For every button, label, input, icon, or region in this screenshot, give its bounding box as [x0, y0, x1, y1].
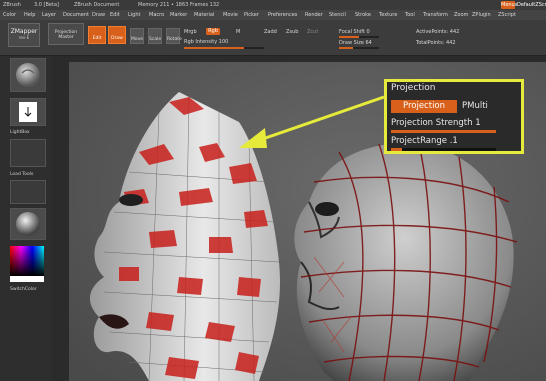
- sphere-brush-icon: [16, 63, 40, 87]
- menu-item[interactable]: Edit: [110, 10, 120, 20]
- total-points: TotalPoints: 442: [416, 40, 456, 46]
- menu-item[interactable]: Zoom: [454, 10, 468, 20]
- menu-item[interactable]: Picker: [244, 10, 259, 20]
- project-range-value: .1: [449, 136, 458, 146]
- draw-size-slider[interactable]: [339, 47, 379, 49]
- zmapper-sub: rev-E: [18, 35, 30, 40]
- mrgb-toggle[interactable]: Mrgb: [184, 29, 197, 35]
- rgb-intensity-label[interactable]: Rgb Intensity 100: [184, 39, 228, 45]
- projection-strength-slider[interactable]: Projection Strength 1: [391, 117, 481, 129]
- menu-item[interactable]: Stencil: [329, 10, 346, 20]
- projection-master-button[interactable]: Projection Master: [48, 23, 84, 45]
- menu-item[interactable]: Material: [194, 10, 214, 20]
- edit-button[interactable]: Edit: [88, 26, 106, 44]
- zmapper-button[interactable]: ZMapper rev-E: [8, 23, 40, 47]
- draw-button[interactable]: Draw: [108, 26, 126, 44]
- texture-tile[interactable]: [10, 180, 46, 204]
- menu-item[interactable]: Tool: [405, 10, 415, 20]
- color-picker[interactable]: [10, 246, 44, 282]
- default-zscript[interactable]: DefaultZScript: [517, 0, 546, 10]
- menu-item[interactable]: Texture: [379, 10, 397, 20]
- menu-item[interactable]: Preferences: [268, 10, 297, 20]
- projection-strength-track[interactable]: [391, 130, 496, 133]
- switchcolor-label[interactable]: SwitchColor: [10, 287, 37, 292]
- menu-item[interactable]: Marker: [170, 10, 187, 20]
- menu-bar: Color Help Layer Document Draw Edit Light Macro…: [0, 10, 546, 20]
- top-toolbar: ZMapper rev-E Projection Master Edit Dra…: [0, 20, 546, 56]
- title-bar: ZBrush 3.0 [Beta] ZBrush Document Memory…: [0, 0, 546, 10]
- app-version: 3.0 [Beta]: [34, 2, 59, 8]
- projection-panel: Projection Projection PMulti Projection …: [384, 79, 524, 154]
- rotate-button[interactable]: Rotate: [166, 28, 182, 44]
- rgb-intensity-slider[interactable]: [184, 47, 264, 49]
- projection-button[interactable]: Projection: [391, 100, 457, 113]
- edit-label: Edit: [92, 36, 102, 41]
- load-tools-label[interactable]: Load Tools: [10, 172, 33, 177]
- lightbox-label[interactable]: LightBox: [10, 130, 30, 135]
- menus-button[interactable]: Menus: [501, 1, 517, 9]
- dot-stroke-icon: [19, 102, 37, 122]
- draw-size-label[interactable]: Draw Size 64: [339, 40, 372, 46]
- menu-item[interactable]: ZPlugin: [472, 10, 491, 20]
- draw-label: Draw: [111, 36, 123, 41]
- move-button[interactable]: Move: [130, 28, 144, 44]
- projection-strength-label: Projection Strength: [391, 118, 473, 128]
- menu-item[interactable]: Draw: [92, 10, 105, 20]
- alpha-tile[interactable]: [10, 139, 46, 167]
- zmapper-label: ZMapper: [10, 28, 38, 35]
- menu-item[interactable]: Help: [24, 10, 35, 20]
- menu-item[interactable]: Light: [128, 10, 140, 20]
- pmulti-button[interactable]: PMulti: [462, 100, 488, 113]
- focal-shift-slider[interactable]: [339, 36, 379, 38]
- brush-tile[interactable]: [10, 58, 46, 92]
- project-range-track[interactable]: [391, 148, 496, 151]
- rgb-toggle[interactable]: Rgb: [206, 28, 220, 35]
- menu-item[interactable]: Render: [305, 10, 323, 20]
- stroke-tile[interactable]: [10, 98, 46, 126]
- m-toggle[interactable]: M: [236, 29, 240, 35]
- app-name: ZBrush: [3, 2, 21, 8]
- zsub-toggle[interactable]: Zsub: [286, 29, 298, 35]
- project-range-label: ProjectRange: [391, 136, 448, 146]
- menu-item[interactable]: Macro: [149, 10, 164, 20]
- memory-readout: Memory 211 • 1863 Frames 132: [138, 2, 220, 8]
- projection-panel-title: Projection: [391, 83, 436, 93]
- menu-item[interactable]: Color: [3, 10, 16, 20]
- material-sphere-icon: [16, 212, 40, 236]
- color-picker-gradient: [10, 246, 44, 282]
- zcut-toggle[interactable]: Zcut: [307, 29, 318, 35]
- menu-item[interactable]: Transform: [423, 10, 448, 20]
- focal-shift-label[interactable]: Focal Shift 0: [339, 29, 370, 35]
- menu-item[interactable]: Movie: [223, 10, 238, 20]
- active-points: ActivePoints: 442: [416, 29, 460, 35]
- project-range-slider[interactable]: ProjectRange .1: [391, 135, 458, 147]
- menu-item[interactable]: Layer: [42, 10, 56, 20]
- zadd-toggle[interactable]: Zadd: [264, 29, 277, 35]
- menu-item[interactable]: Stroke: [355, 10, 371, 20]
- projection-strength-value: 1: [475, 118, 481, 128]
- document-name: ZBrush Document: [74, 2, 120, 8]
- menu-item[interactable]: ZScript: [498, 10, 516, 20]
- material-tile[interactable]: [10, 208, 46, 240]
- hires-head: [294, 143, 518, 381]
- menu-item[interactable]: Document: [63, 10, 89, 20]
- scale-button[interactable]: Scale: [148, 28, 162, 44]
